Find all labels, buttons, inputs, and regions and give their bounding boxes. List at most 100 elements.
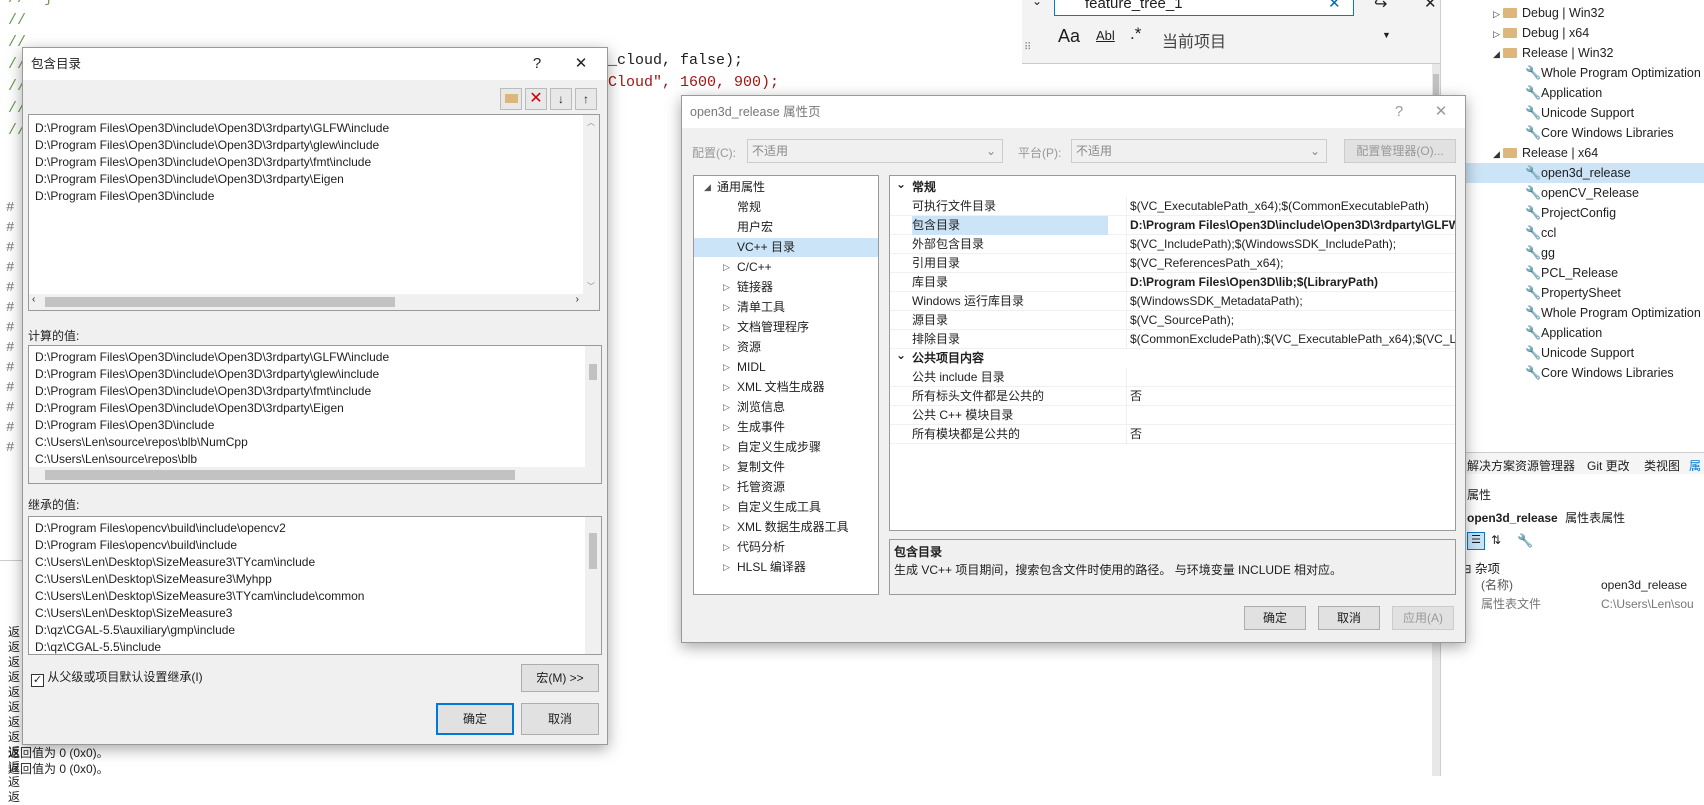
list-item[interactable]: C:\Users\Len\Desktop\SizeMeasure3\Myhpp: [29, 571, 601, 588]
tree-folder[interactable]: ▷ Debug | Win32: [1441, 3, 1704, 23]
list-item[interactable]: D:\Program Files\Open3D\include\Open3D\3…: [29, 400, 601, 417]
macro-button[interactable]: 宏(M) >>: [521, 664, 599, 692]
nav-item[interactable]: ▷ 自定义生成步骤: [694, 438, 878, 457]
expand-icon[interactable]: ▷: [723, 418, 730, 437]
prop-row-file[interactable]: 属性表文件 C:\Users\Len\sou: [1481, 595, 1704, 614]
list-item[interactable]: D:\Program Files\opencv\build\include\op…: [29, 520, 601, 537]
nav-item[interactable]: 常规: [694, 198, 878, 217]
move-down-icon[interactable]: ↓: [550, 88, 572, 110]
expand-icon[interactable]: ▷: [723, 398, 730, 417]
property-value[interactable]: D:\Program Files\Open3D\include\Open3D\3…: [1130, 216, 1455, 235]
tree-item[interactable]: 🔧Unicode Support: [1441, 103, 1704, 123]
horizontal-scrollbar[interactable]: ‹ ›: [29, 294, 599, 310]
property-row[interactable]: 排除目录 $(CommonExcludePath);$(VC_Executable…: [890, 330, 1455, 349]
expand-icon[interactable]: ▷: [723, 258, 730, 277]
list-item[interactable]: C:\Users\Len\Desktop\SizeMeasure3\TYcam\…: [29, 588, 601, 605]
tree-folder[interactable]: ◢ Release | x64: [1441, 143, 1704, 163]
property-row[interactable]: Windows 运行库目录 $(WindowsSDK_MetadataPath);: [890, 292, 1455, 311]
nav-item[interactable]: ▷ XML 数据生成器工具: [694, 518, 878, 537]
property-row[interactable]: 外部包含目录 $(VC_IncludePath);$(WindowsSDK_Inc…: [890, 235, 1455, 254]
move-up-icon[interactable]: ↑: [575, 88, 597, 110]
expand-icon[interactable]: ▷: [723, 458, 730, 477]
expand-icon[interactable]: ▷: [1493, 24, 1503, 44]
list-item[interactable]: D:\qz\CGAL-5.5\auxiliary\gmp\include: [29, 622, 601, 639]
list-item[interactable]: D:\Program Files\Open3D\include\Open3D\3…: [29, 137, 599, 154]
nav-item[interactable]: 用户宏: [694, 218, 878, 237]
property-value[interactable]: 否: [1130, 387, 1455, 406]
close-icon[interactable]: ✕: [1424, 0, 1437, 12]
list-item[interactable]: C:\Users\Len\source\repos\blb\NumCpp: [29, 434, 601, 451]
nav-item[interactable]: ▷ 自定义生成工具: [694, 498, 878, 517]
nav-item[interactable]: ▷ 生成事件: [694, 418, 878, 437]
property-value[interactable]: D:\Program Files\Open3D\lib;$(LibraryPat…: [1130, 273, 1455, 292]
nav-item[interactable]: ▷ XML 文档生成器: [694, 378, 878, 397]
list-item[interactable]: D:\Program Files\Open3D\include: [29, 417, 601, 434]
include-entries-list[interactable]: D:\Program Files\Open3D\include\Open3D\3…: [28, 114, 600, 311]
property-value[interactable]: $(VC_ReferencesPath_x64);: [1130, 254, 1455, 273]
property-row[interactable]: 包含目录 D:\Program Files\Open3D\include\Open…: [890, 216, 1455, 235]
nav-item[interactable]: ▷ 代码分析: [694, 538, 878, 557]
scope-select[interactable]: 当前项目: [1162, 28, 1226, 52]
tree-item[interactable]: 🔧open3d_release: [1441, 163, 1704, 183]
tree-item[interactable]: 🔧openCV_Release: [1441, 183, 1704, 203]
expand-icon[interactable]: ▷: [723, 498, 730, 517]
new-line-icon[interactable]: [500, 88, 522, 110]
whole-word-icon[interactable]: Abl: [1096, 28, 1115, 43]
tree-item[interactable]: 🔧Core Windows Libraries: [1441, 123, 1704, 143]
expand-icon[interactable]: ▷: [723, 278, 730, 297]
expand-icon[interactable]: ◢: [1493, 44, 1503, 64]
property-value[interactable]: $(VC_IncludePath);$(WindowsSDK_IncludePa…: [1130, 235, 1455, 254]
categorized-icon[interactable]: ☰: [1467, 532, 1485, 550]
property-value[interactable]: $(VC_ExecutablePath_x64);$(CommonExecuta…: [1130, 197, 1455, 216]
clear-icon[interactable]: ✕: [1328, 0, 1341, 12]
config-select[interactable]: 不适用 ⌄: [747, 139, 1003, 163]
expand-icon[interactable]: ▷: [723, 558, 730, 577]
tab-solution-explorer[interactable]: 解决方案资源管理器: [1467, 457, 1575, 474]
property-value[interactable]: $(WindowsSDK_MetadataPath);: [1130, 292, 1455, 311]
property-row[interactable]: 引用目录 $(VC_ReferencesPath_x64);: [890, 254, 1455, 273]
property-row[interactable]: 可执行文件目录 $(VC_ExecutablePath_x64);$(Common…: [890, 197, 1455, 216]
list-item[interactable]: C:\Users\Len\Desktop\SizeMeasure3: [29, 605, 601, 622]
regex-icon[interactable]: .*: [1130, 24, 1141, 44]
list-item[interactable]: D:\Program Files\Open3D\include\Open3D\3…: [29, 154, 599, 171]
property-row[interactable]: 库目录 D:\Program Files\Open3D\lib;$(Library…: [890, 273, 1455, 292]
nav-item[interactable]: ▷ 清单工具: [694, 298, 878, 317]
tree-folder[interactable]: ▷ Debug | x64: [1441, 23, 1704, 43]
nav-item[interactable]: ▷ MIDL: [694, 358, 878, 377]
nav-item[interactable]: ▷ 文档管理程序: [694, 318, 878, 337]
expand-icon[interactable]: ◢: [704, 178, 711, 197]
nav-item[interactable]: ▷ C/C++: [694, 258, 878, 277]
list-item[interactable]: D:\Program Files\Open3D\include\Open3D\3…: [29, 171, 599, 188]
vertical-scrollbar[interactable]: [585, 346, 601, 467]
list-item[interactable]: C:\Users\Len\source\repos\blb: [29, 451, 601, 468]
property-row[interactable]: 源目录 $(VC_SourcePath);: [890, 311, 1455, 330]
prop-row-name[interactable]: (名称) open3d_release: [1481, 576, 1704, 595]
tree-item[interactable]: 🔧Whole Program Optimization: [1441, 303, 1704, 323]
expand-icon[interactable]: ▷: [723, 358, 730, 377]
scope-dropdown-icon[interactable]: ▼: [1382, 30, 1391, 40]
help-button[interactable]: ?: [517, 48, 557, 80]
nav-item[interactable]: ◢ 通用属性: [694, 178, 878, 197]
nav-item[interactable]: ▷ 浏览信息: [694, 398, 878, 417]
property-row[interactable]: 所有模块都是公共的 否: [890, 425, 1455, 444]
list-item[interactable]: C:\Users\Len\Desktop\SizeMeasure3\TYcam\…: [29, 554, 601, 571]
close-button[interactable]: ✕: [561, 48, 601, 80]
tree-item[interactable]: 🔧Whole Program Optimization: [1441, 63, 1704, 83]
cancel-button[interactable]: 取消: [1318, 606, 1380, 630]
nav-item[interactable]: ▷ 托管资源: [694, 478, 878, 497]
expand-icon[interactable]: ▷: [723, 538, 730, 557]
expand-icon[interactable]: ◢: [1493, 144, 1503, 164]
expand-icon[interactable]: ▷: [723, 378, 730, 397]
tab-class-view[interactable]: 类视图: [1644, 457, 1680, 474]
property-category[interactable]: ⌄ 常规: [890, 177, 1455, 197]
inherit-checkbox[interactable]: ✓ 从父级或项目默认设置继承(I): [31, 668, 203, 687]
list-item[interactable]: D:\Program Files\Open3D\include\Open3D\3…: [29, 120, 599, 137]
property-row[interactable]: 公共 include 目录: [890, 368, 1455, 387]
horizontal-scrollbar[interactable]: [29, 467, 601, 483]
platform-select[interactable]: 不适用 ⌄: [1071, 139, 1327, 163]
checkbox-box[interactable]: ✓: [31, 674, 44, 687]
list-item[interactable]: D:\Program Files\Open3D\include\Open3D\3…: [29, 383, 601, 400]
expand-icon[interactable]: ▷: [723, 438, 730, 457]
help-button[interactable]: ?: [1379, 96, 1419, 128]
expand-icon[interactable]: ▷: [1493, 4, 1503, 24]
